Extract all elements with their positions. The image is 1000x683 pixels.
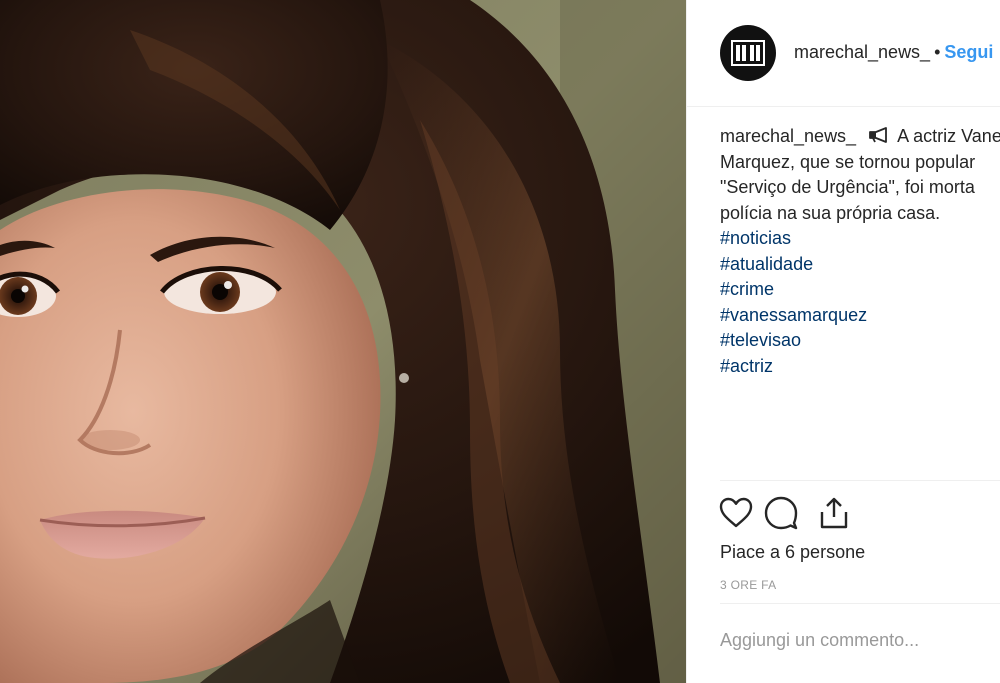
hashtag-link[interactable]: #actriz bbox=[720, 354, 1000, 380]
post-header: marechal_news_ • Segui bbox=[686, 0, 1000, 107]
comment-input[interactable] bbox=[720, 630, 990, 651]
post-caption: marechal_news_ A actriz Vanessa Marquez,… bbox=[720, 124, 1000, 379]
comment-divider bbox=[720, 603, 1000, 604]
hashtag-link[interactable]: #crime bbox=[720, 277, 1000, 303]
caption-line-3: "Serviço de Urgência", foi morta bbox=[720, 177, 975, 197]
hashtag-link[interactable]: #vanessamarquez bbox=[720, 303, 1000, 329]
share-icon[interactable] bbox=[816, 495, 852, 531]
post-timestamp[interactable]: 3 ORE FA bbox=[720, 578, 776, 592]
follow-button[interactable]: Segui bbox=[944, 42, 993, 62]
comment-icon[interactable] bbox=[763, 495, 799, 531]
caption-first-line: marechal_news_ A actriz Vanessa bbox=[720, 124, 1000, 150]
caption-line-1: A actriz Vanessa bbox=[897, 126, 1000, 146]
author-username[interactable]: marechal_news_ bbox=[794, 42, 930, 62]
heart-icon[interactable] bbox=[718, 495, 754, 531]
likes-count[interactable]: Piace a 6 persone bbox=[720, 542, 865, 563]
actions-divider bbox=[720, 480, 1000, 481]
header-line: marechal_news_ • Segui bbox=[794, 42, 993, 63]
caption-line-4: polícia na sua própria casa. bbox=[720, 202, 941, 223]
caption-line-2: Marquez, que se tornou popular bbox=[720, 151, 976, 172]
hashtag-link[interactable]: #atualidade bbox=[720, 252, 1000, 278]
megaphone-icon bbox=[869, 127, 887, 143]
post-photo[interactable] bbox=[0, 0, 686, 683]
post-container: marechal_news_ • Segui marechal_news_ A ac… bbox=[0, 0, 1000, 683]
caption-username[interactable]: marechal_news_ bbox=[720, 126, 856, 146]
newspaper-logo-icon bbox=[731, 40, 765, 66]
hashtag-link[interactable]: #televisao bbox=[720, 328, 1000, 354]
post-sidebar: marechal_news_ • Segui marechal_news_ A ac… bbox=[686, 0, 1000, 683]
hashtag-link[interactable]: #noticias bbox=[720, 226, 1000, 252]
portrait-image bbox=[0, 0, 686, 683]
header-separator: • bbox=[934, 42, 941, 62]
author-avatar[interactable] bbox=[720, 25, 776, 81]
